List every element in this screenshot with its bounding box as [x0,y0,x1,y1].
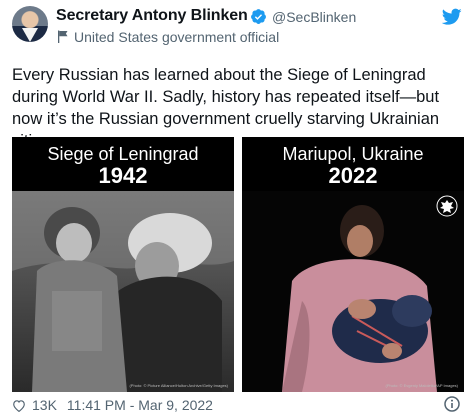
us-seal-icon [436,195,458,217]
info-icon[interactable] [444,396,460,412]
tweet-footer: 13K 11:41 PM - Mar 9, 2022 [12,396,213,414]
government-flag-icon [58,30,68,43]
image-panel-mariupol[interactable]: Mariupol, Ukraine 2022 (Photo: © Evgeniy… [242,137,464,392]
display-name[interactable]: Secretary Antony Blinken [56,7,248,25]
panel-title: Siege of Leningrad [47,144,199,164]
heart-icon[interactable] [12,399,26,412]
handle[interactable]: @SecBlinken [272,9,356,25]
modern-photo [242,191,464,392]
image-panel-leningrad[interactable]: Siege of Leningrad 1942 (Photo: © Pictur… [12,137,234,392]
historical-photo [12,191,234,392]
verified-badge-icon [251,9,266,24]
panel-title: Mariupol, Ukraine [282,144,424,164]
photo-credit: (Photo: © Evgeniy Maloletka/AP Images) [385,383,458,388]
like-count[interactable]: 13K [32,397,57,413]
timestamp[interactable]: 11:41 PM - Mar 9, 2022 [67,397,213,413]
affiliation-label: United States government official [74,29,280,45]
photo-credit: (Photo: © Picture Alliance/Hulton Archiv… [129,383,228,388]
twitter-bird-icon[interactable] [442,8,462,26]
panel-year: 2022 [328,163,378,188]
avatar[interactable] [12,6,48,42]
panel-year: 1942 [98,163,148,188]
